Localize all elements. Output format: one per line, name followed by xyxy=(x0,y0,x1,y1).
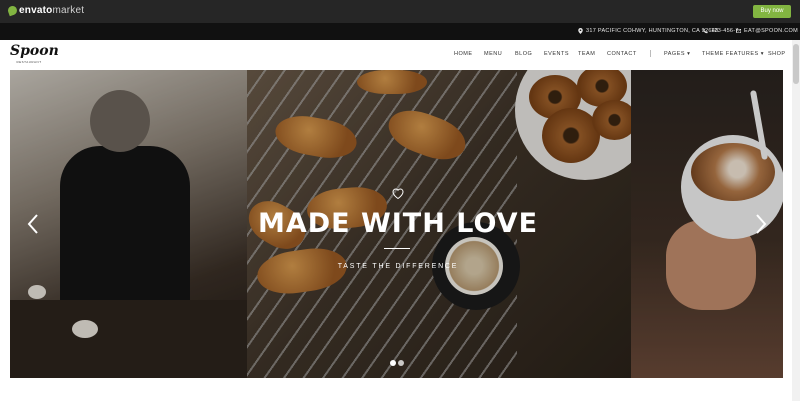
site-header: Spoon RESTAURANT HOME MENU BLOG EVENTS T… xyxy=(0,40,800,70)
slider-pagination xyxy=(390,360,404,366)
address-text: 317 PACIFIC COHWY, HUNTINGTON, CA 92648 xyxy=(586,28,719,34)
envato-logo[interactable]: envatomarket xyxy=(6,4,85,17)
scroll-thumb[interactable] xyxy=(793,44,799,84)
email-item[interactable]: EAT@SPOON.COM xyxy=(736,28,798,34)
nav-menu[interactable]: MENU xyxy=(484,51,502,57)
chevron-right-icon[interactable] xyxy=(754,212,768,236)
envato-brand: envato xyxy=(19,5,53,16)
envato-leaf-icon xyxy=(6,4,19,17)
nav-home[interactable]: HOME xyxy=(454,51,473,57)
map-pin-icon xyxy=(578,28,583,34)
slide-dot-2[interactable] xyxy=(398,360,404,366)
page-scrollbar[interactable] xyxy=(792,40,800,401)
phone-text: 123-456-7 xyxy=(711,28,739,34)
info-bar: 317 PACIFIC COHWY, HUNTINGTON, CA 92648 … xyxy=(0,23,800,40)
slide-dot-1[interactable] xyxy=(390,360,396,366)
envato-market: market xyxy=(52,5,85,16)
main-nav: HOME MENU BLOG EVENTS TEAM CONTACT PAGES… xyxy=(0,51,800,61)
mail-icon xyxy=(736,29,741,33)
hero-subtitle: TASTE THE DIFFERENCE xyxy=(337,263,459,270)
envato-top-bar: envatomarket Buy now xyxy=(0,0,800,23)
nav-contact[interactable]: CONTACT xyxy=(607,51,637,57)
chevron-left-icon[interactable] xyxy=(26,212,40,236)
nav-team[interactable]: TEAM xyxy=(578,51,595,57)
buy-now-button[interactable]: Buy now xyxy=(753,5,791,18)
phone-icon xyxy=(703,28,708,34)
email-text: EAT@SPOON.COM xyxy=(744,28,798,34)
nav-pages[interactable]: PAGES ▾ xyxy=(664,51,690,57)
nav-divider xyxy=(650,50,651,57)
nav-blog[interactable]: BLOG xyxy=(515,51,532,57)
nav-events[interactable]: EVENTS xyxy=(544,51,569,57)
hero-title: MADE WITH LOVE xyxy=(257,208,539,239)
address-item: 317 PACIFIC COHWY, HUNTINGTON, CA 92648 xyxy=(578,28,718,34)
nav-theme-features[interactable]: THEME FEATURES ▾ xyxy=(702,51,764,57)
heart-icon xyxy=(392,188,404,199)
hero-divider xyxy=(384,248,410,249)
hero-slider: MADE WITH LOVE TASTE THE DIFFERENCE xyxy=(10,70,783,378)
nav-shop[interactable]: SHOP xyxy=(768,51,786,57)
phone-item[interactable]: 123-456-7 xyxy=(703,28,739,34)
